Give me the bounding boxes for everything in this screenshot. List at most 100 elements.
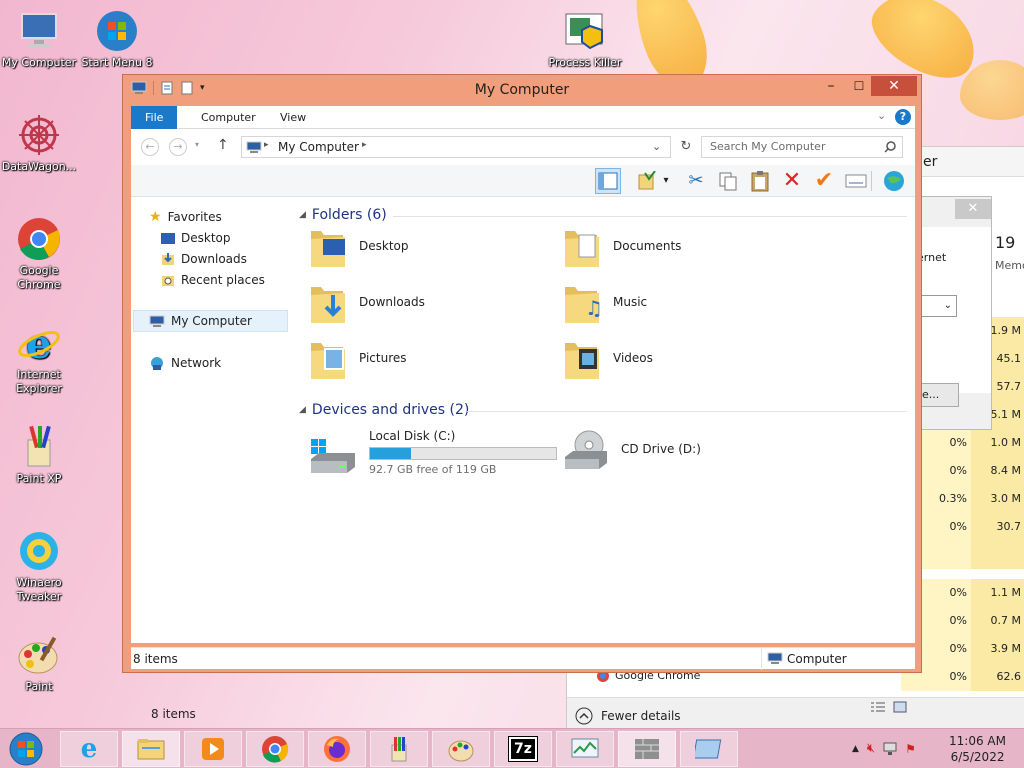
explorer-window[interactable]: ▾ My Computer – ☐ ✕ File Computer View ⌄… [122,74,922,721]
paint-palette-icon [448,740,474,762]
desktop-icon-process-killer[interactable]: Process Killer [544,8,626,70]
taskbar-firefox[interactable] [308,731,366,767]
nav-my-computer[interactable]: My Computer [149,311,252,331]
svg-text:♫: ♫ [585,296,601,320]
tab-computer[interactable]: Computer [187,106,270,129]
forward-button[interactable]: → [169,138,187,156]
folders-group-header[interactable]: ◢ Folders (6) [299,207,387,223]
taskbar-internet-explorer[interactable]: e [60,731,118,767]
nav-network[interactable]: Network [149,353,221,373]
taskbar-paint[interactable] [432,731,490,767]
taskbar-media-player[interactable] [184,731,242,767]
tab-file[interactable]: File [131,106,178,129]
tab-view[interactable]: View [266,106,320,129]
chevron-up-circle-icon [575,707,593,724]
breadcrumb-my-computer[interactable]: My Computer [278,140,359,154]
taskbar-window-app[interactable] [680,731,738,767]
start-button[interactable] [4,731,48,767]
minimize-button[interactable]: – [817,76,845,96]
cut-icon[interactable]: ✂ [683,168,709,194]
dropdown-icon[interactable]: ▾ [659,168,673,194]
folder-music[interactable]: ♫ Music [563,281,647,323]
folder-desktop[interactable]: Desktop [309,225,409,267]
collapse-group-icon[interactable]: ◢ [299,405,306,415]
show-hidden-icons[interactable]: ▲ [852,744,859,754]
recent-locations-icon[interactable]: ▾ [195,140,199,149]
back-button[interactable]: ← [141,138,159,156]
preview-pane-button[interactable] [595,168,621,194]
memory-cell: 1.0 M [971,429,1024,457]
paste-icon[interactable] [747,168,773,194]
large-icons-view-icon[interactable] [893,701,907,713]
volume-muted-icon[interactable]: 🔇︎ [867,741,875,756]
address-dropdown-icon[interactable]: ⌄ [652,140,661,153]
expand-ribbon-icon[interactable]: ⌄ [877,109,886,122]
delete-icon[interactable]: ✕ [779,168,805,194]
folder-pictures[interactable]: Pictures [309,337,407,379]
desktop-icon-start-menu[interactable]: Start Menu 8 [76,8,158,70]
folder-downloads[interactable]: Downloads [309,281,425,323]
taskbar-task-manager[interactable] [556,731,614,767]
drive-local-disk[interactable]: Local Disk (C:) 92.7 GB free of 119 GB [309,429,557,476]
folder-options-icon[interactable] [635,168,661,194]
taskbar-7zip[interactable]: 7z [494,731,552,767]
computer-icon [246,141,262,153]
memory-header-value: 19 [995,233,1016,252]
drive-usage-bar [369,447,557,460]
drives-group-header[interactable]: ◢ Devices and drives (2) [299,402,469,418]
desktop-icon-winaero-tweaker[interactable]: Winaero Tweaker [0,528,80,604]
task-manager-icon [571,738,599,758]
up-button[interactable]: ↑ [217,137,229,153]
help-icon[interactable]: ? [895,109,911,125]
brick-wall-icon [635,739,659,759]
recent-places-icon [162,276,174,286]
address-bar[interactable]: ▸ My Computer ▸ ⌄ [241,136,671,158]
taskbar-file-explorer[interactable] [122,731,180,767]
explorer-titlebar[interactable]: ▾ My Computer – ☐ ✕ [123,75,921,105]
taskbar-active-app[interactable] [618,731,676,767]
desktop-icon-label: Start Menu 8 [81,56,153,69]
nav-desktop[interactable]: Desktop [161,228,231,248]
memory-column-header[interactable]: Memo [995,259,1024,272]
desktop-icon-label: My Computer [1,56,77,69]
desktop-icon-label: Paint [25,680,53,693]
check-icon[interactable]: ✔ [811,168,837,194]
dialog-close-icon[interactable]: ✕ [955,199,991,219]
maximize-button[interactable]: ☐ [845,76,873,96]
desktop-icon-datawagon[interactable]: DataWagon... [0,112,80,174]
desktop-icon-paint[interactable]: Paint [0,632,80,694]
globe-icon[interactable] [881,168,907,194]
desktop-icon-label: Internet Explorer [16,368,62,395]
address-row: ← → ▾ ↑ ▸ My Computer ▸ ⌄ ↻ Search My Co… [131,129,915,165]
rename-icon[interactable] [843,168,869,194]
action-center-icon[interactable]: ⚑ [905,742,916,756]
search-input[interactable]: Search My Computer [701,136,903,158]
desktop-icon-paint-xp[interactable]: Paint XP [0,424,80,486]
task-manager-dialog[interactable]: ✕ ernet ⌄ e... [910,196,992,430]
chrome-icon [16,216,62,262]
nav-label: Downloads [181,252,247,266]
taskbar-paint-xp[interactable] [370,731,428,767]
windows-orb-icon [9,732,43,766]
nav-favorites[interactable]: ★ Favorites [149,207,222,227]
desktop-icon-internet-explorer[interactable]: e Internet Explorer [0,320,80,396]
details-view-icon[interactable] [871,701,885,713]
refresh-button[interactable]: ↻ [675,137,697,159]
folder-videos[interactable]: Videos [563,337,653,379]
breadcrumb-chevron-icon[interactable]: ▸ [362,140,367,150]
drive-cd[interactable]: CD Drive (D:) [563,429,701,469]
desktop-icon-my-computer[interactable]: My Computer [0,8,80,70]
clock[interactable]: 11:06 AM 6/5/2022 [949,733,1006,765]
winaero-tweaker-icon [16,528,62,574]
copy-icon[interactable] [715,168,741,194]
nav-downloads[interactable]: Downloads [161,249,247,269]
desktop-icon-google-chrome[interactable]: Google Chrome [0,216,80,292]
nav-recent-places[interactable]: Recent places [161,270,265,290]
folder-documents[interactable]: Documents [563,225,681,267]
collapse-group-icon[interactable]: ◢ [299,210,306,220]
downloads-folder-icon [311,287,345,323]
network-tray-icon[interactable] [883,742,897,756]
taskbar-google-chrome[interactable] [246,731,304,767]
breadcrumb-chevron-icon[interactable]: ▸ [264,140,269,150]
close-button[interactable]: ✕ [871,76,917,96]
